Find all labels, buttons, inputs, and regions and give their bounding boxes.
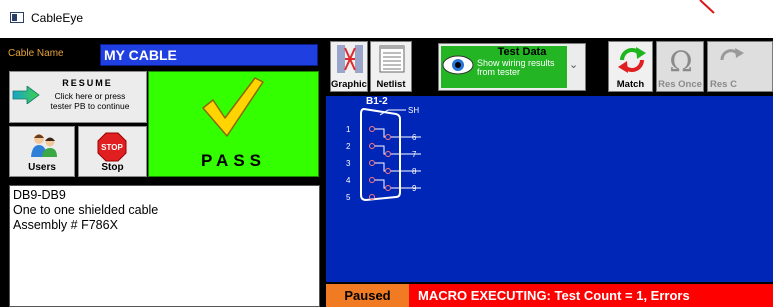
wire-label: 8 — [412, 167, 417, 176]
cable-name-label: Cable Name — [8, 48, 64, 59]
res-once-button[interactable]: Ω Res Once — [656, 41, 704, 92]
res-continuous-label: Res C — [710, 79, 737, 90]
paused-indicator[interactable]: Paused — [326, 284, 409, 307]
wire-label: 7 — [412, 150, 417, 159]
app-icon — [10, 12, 24, 23]
test-data-sub-2: from tester — [477, 67, 521, 77]
graphic-button[interactable]: Graphic — [330, 41, 368, 92]
description-line-1: DB9-DB9 — [13, 188, 66, 202]
pin — [369, 160, 375, 166]
connector-label: B1-2 — [366, 96, 388, 107]
resume-title: RESUME — [62, 78, 113, 88]
omega-icon: Ω — [669, 45, 692, 75]
users-icon — [31, 134, 57, 157]
stop-sign-text: STOP — [101, 143, 123, 152]
pin-number: 4 — [346, 176, 351, 185]
wiring-diagram: B1-2 SH 1 2 3 4 5 6 7 8 9 — [346, 96, 421, 202]
svg-text:Ω: Ω — [669, 45, 692, 75]
description-line-3: Assembly # F786X — [13, 218, 118, 232]
match-arrows-icon — [618, 47, 646, 73]
wire-label: 9 — [412, 184, 417, 193]
chevron-down-icon: ⌄ — [569, 59, 579, 71]
test-data-subtitle: Show wiring results from tester — [477, 59, 567, 77]
title-bar: CableEye — [0, 0, 773, 38]
pin-number: 3 — [346, 159, 351, 168]
graphic-label: Graphic — [331, 79, 367, 90]
left-panel: Cable Name MY CABLE RESUME Click here or… — [0, 38, 326, 307]
shield-label: SH — [408, 106, 419, 115]
test-data-dropdown[interactable]: Test Data Show wiring results from teste… — [438, 43, 586, 91]
pin-number: 2 — [346, 142, 351, 151]
pin — [385, 185, 391, 191]
toolbar: Graphic Netlist Test Data Show wiring re… — [326, 38, 773, 96]
netlist-label: Netlist — [376, 79, 406, 90]
stop-button[interactable]: STOP Stop — [78, 126, 147, 177]
status-message: MACRO EXECUTING: Test Count = 1, Errors — [418, 288, 690, 303]
netlist-icon — [379, 45, 405, 73]
pin — [369, 126, 375, 132]
res-continuous-button[interactable]: Res C — [707, 41, 773, 92]
res-once-label: Res Once — [658, 79, 702, 90]
pin — [369, 143, 375, 149]
users-label: Users — [28, 162, 56, 173]
resume-line-1: Click here or press — [54, 91, 126, 101]
res-continuous-icon — [720, 48, 744, 61]
pin — [385, 151, 391, 157]
wiring-diagram-canvas[interactable]: B1-2 SH 1 2 3 4 5 6 7 8 9 — [326, 96, 773, 282]
pin — [385, 134, 391, 140]
stop-label: Stop — [101, 162, 124, 173]
window-title: CableEye — [31, 11, 84, 25]
resume-line-2: tester PB to continue — [50, 101, 130, 111]
stop-sign-icon: STOP — [97, 132, 127, 162]
right-panel: Graphic Netlist Test Data Show wiring re… — [326, 38, 773, 307]
checkmark-icon — [202, 77, 264, 137]
netlist-button[interactable]: Netlist — [370, 41, 412, 92]
pin-number: 1 — [346, 125, 351, 134]
resume-button[interactable]: RESUME Click here or press tester PB to … — [9, 71, 147, 123]
pass-label: PASS — [200, 151, 267, 170]
pin — [369, 177, 375, 183]
eye-icon — [442, 55, 474, 75]
pin-number: 5 — [346, 193, 351, 202]
cable-name-field[interactable]: MY CABLE — [100, 44, 318, 66]
match-button[interactable]: Match — [608, 41, 653, 92]
description-line-2: One to one shielded cable — [13, 203, 159, 217]
wire-label: 6 — [412, 133, 417, 142]
pin — [385, 168, 391, 174]
pass-indicator: PASS — [148, 71, 319, 177]
match-label: Match — [616, 79, 645, 90]
cable-description-box[interactable]: DB9-DB9 One to one shielded cable Assemb… — [9, 185, 320, 307]
annotation-line — [699, 0, 715, 14]
test-data-title: Test Data — [497, 46, 547, 58]
graphic-icon — [337, 45, 363, 73]
resume-subtitle: Click here or press tester PB to continu… — [34, 91, 146, 111]
users-button[interactable]: Users — [9, 126, 75, 177]
status-bar: Paused MACRO EXECUTING: Test Count = 1, … — [326, 284, 773, 307]
